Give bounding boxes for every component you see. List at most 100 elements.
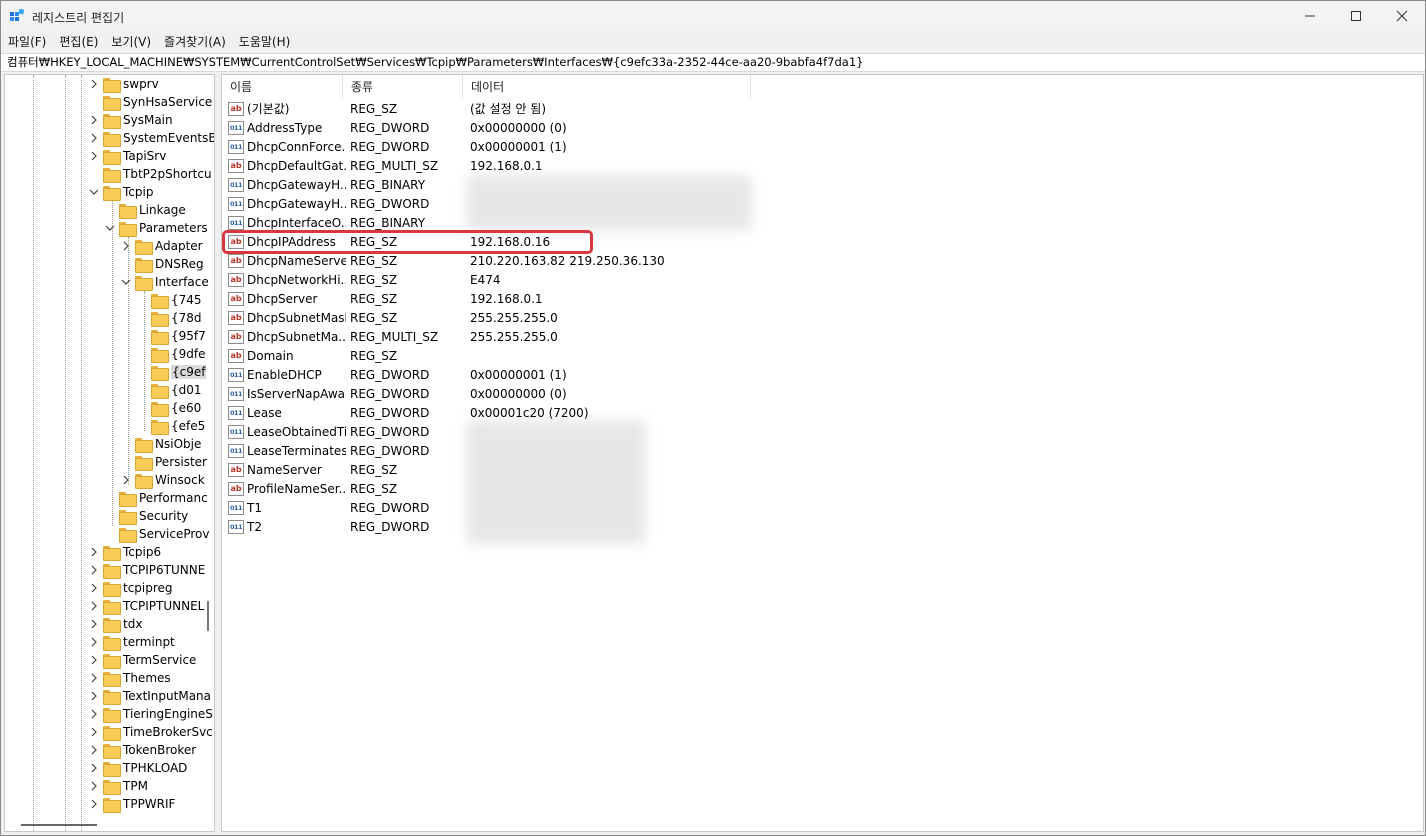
tree-node[interactable]: ServiceProv xyxy=(105,525,210,543)
chevron-right-icon[interactable] xyxy=(89,655,99,665)
menu-edit[interactable]: 편집(E) xyxy=(59,33,98,50)
tree-node[interactable]: Performanc xyxy=(105,489,208,507)
chevron-right-icon[interactable] xyxy=(89,709,99,719)
tree-node[interactable]: TapiSrv xyxy=(89,147,166,165)
tree-node[interactable]: SynHsaService xyxy=(89,93,212,111)
tree-node[interactable]: Winsock xyxy=(121,471,205,489)
value-row[interactable]: 011LeaseObtainedTi... REG_DWORD xyxy=(222,422,982,441)
tree-node[interactable]: Security xyxy=(105,507,188,525)
chevron-right-icon[interactable] xyxy=(89,583,99,593)
tree-node[interactable]: Tcpip xyxy=(89,183,153,201)
key-tree-pane[interactable]: swprv SynHsaService SysMain SystemEventsB Ta… xyxy=(4,74,215,832)
tree-horizontal-scrollbar[interactable] xyxy=(21,824,97,826)
value-row[interactable]: 011 DhcpConnForce... REG_DWORD 0x00000001 (… xyxy=(222,137,982,156)
value-row[interactable]: ab (기본값) REG_SZ (값 설정 안 됨) xyxy=(222,99,982,118)
tree-node[interactable]: Themes xyxy=(89,669,171,687)
value-row[interactable]: 011 Lease REG_DWORD 0x00001c20 (7200) xyxy=(222,403,982,422)
chevron-right-icon[interactable] xyxy=(89,133,99,143)
chevron-right-icon[interactable] xyxy=(89,745,99,755)
tree-node[interactable]: Interface xyxy=(121,273,209,291)
chevron-right-icon[interactable] xyxy=(89,691,99,701)
value-row[interactable]: 011 DhcpInterfaceO... REG_BINARY xyxy=(222,213,982,232)
tree-node[interactable]: TextInputMana xyxy=(89,687,211,705)
values-list-pane[interactable]: 이름 종류 데이터 ab (기본값) REG_SZ (값 설정 안 됨) 011 Addr… xyxy=(221,74,1424,832)
tree-node[interactable]: TbtP2pShortcu xyxy=(89,165,212,183)
column-header-type[interactable]: 종류 xyxy=(343,75,463,99)
tree-node[interactable]: TCPIP6TUNNE xyxy=(89,561,205,579)
tree-node[interactable]: Linkage xyxy=(105,201,186,219)
tree-node[interactable]: {95f7 xyxy=(137,327,206,345)
chevron-right-icon[interactable] xyxy=(89,601,99,611)
tree-node[interactable]: {78d xyxy=(137,309,202,327)
menu-help[interactable]: 도움말(H) xyxy=(239,33,291,50)
tree-node[interactable]: TPHKLOAD xyxy=(89,759,187,777)
value-row[interactable]: ab DhcpNetworkHi... REG_SZ E474 xyxy=(222,270,982,289)
value-row[interactable]: ab ProfileNameSer... REG_SZ xyxy=(222,479,982,498)
tree-node[interactable]: {745 xyxy=(137,291,202,309)
tree-node[interactable]: swprv xyxy=(89,75,159,93)
value-row[interactable]: ab Domain REG_SZ xyxy=(222,346,982,365)
chevron-right-icon[interactable] xyxy=(89,547,99,557)
chevron-right-icon[interactable] xyxy=(89,637,99,647)
value-row[interactable]: ab DhcpDefaultGat... REG_MULTI_SZ 192.168.0… xyxy=(222,156,982,175)
tree-node[interactable]: tdx xyxy=(89,615,142,633)
chevron-down-icon[interactable] xyxy=(105,223,115,233)
tree-node[interactable]: TPM xyxy=(89,777,148,795)
menu-file[interactable]: 파일(F) xyxy=(8,33,46,50)
title-bar[interactable]: 레지스트리 편집기 xyxy=(1,1,1425,31)
minimize-button[interactable] xyxy=(1287,1,1333,31)
chevron-down-icon[interactable] xyxy=(121,277,131,287)
value-row[interactable]: ab DhcpNameServer REG_SZ 210.220.163.82 219… xyxy=(222,251,982,270)
tree-node[interactable]: TimeBrokerSvc xyxy=(89,723,213,741)
value-row[interactable]: ab DhcpSubnetMask REG_SZ 255.255.255.0 xyxy=(222,308,982,327)
tree-node[interactable]: Persister xyxy=(121,453,207,471)
value-row[interactable]: 011 DhcpGatewayH... REG_BINARY xyxy=(222,175,982,194)
tree-node[interactable]: SystemEventsB xyxy=(89,129,214,147)
tree-node[interactable]: NsiObje xyxy=(121,435,201,453)
tree-node[interactable]: DNSReg xyxy=(121,255,204,273)
chevron-right-icon[interactable] xyxy=(89,763,99,773)
value-row[interactable]: ab NameServer REG_SZ xyxy=(222,460,982,479)
chevron-right-icon[interactable] xyxy=(89,799,99,809)
value-row[interactable]: 011 T1 REG_DWORD xyxy=(222,498,982,517)
column-header-name[interactable]: 이름 xyxy=(222,75,343,99)
tree-node[interactable]: Adapter xyxy=(121,237,203,255)
tree-node[interactable]: TermService xyxy=(89,651,196,669)
address-bar[interactable]: 컴퓨터₩HKEY_LOCAL_MACHINE₩SYSTEM₩CurrentCon… xyxy=(1,53,1425,72)
tree-node[interactable]: {e60 xyxy=(137,399,201,417)
tree-node[interactable]: SysMain xyxy=(89,111,173,129)
tree-node[interactable]: {9dfe xyxy=(137,345,206,363)
value-row[interactable]: 011 DhcpGatewayH... REG_DWORD xyxy=(222,194,982,213)
chevron-right-icon[interactable] xyxy=(89,619,99,629)
tree-node[interactable]: {c9ef xyxy=(137,363,207,381)
tree-node[interactable]: terminpt xyxy=(89,633,175,651)
chevron-right-icon[interactable] xyxy=(89,673,99,683)
menu-favorites[interactable]: 즐겨찾기(A) xyxy=(164,33,226,50)
tree-node[interactable]: tcpipreg xyxy=(89,579,173,597)
value-row[interactable]: 011 EnableDHCP REG_DWORD 0x00000001 (1) xyxy=(222,365,982,384)
value-row[interactable]: 011LeaseTerminates... REG_DWORD xyxy=(222,441,982,460)
value-row[interactable]: 011 AddressType REG_DWORD 0x00000000 (0) xyxy=(222,118,982,137)
tree-vertical-scrollbar[interactable] xyxy=(207,601,209,631)
chevron-right-icon[interactable] xyxy=(89,565,99,575)
chevron-right-icon[interactable] xyxy=(121,475,131,485)
chevron-right-icon[interactable] xyxy=(121,241,131,251)
tree-node[interactable]: {efe5 xyxy=(137,417,205,435)
tree-node[interactable]: TCPIPTUNNEL xyxy=(89,597,204,615)
maximize-button[interactable] xyxy=(1333,1,1379,31)
tree-node[interactable]: Tcpip6 xyxy=(89,543,161,561)
chevron-right-icon[interactable] xyxy=(89,727,99,737)
close-button[interactable] xyxy=(1379,1,1425,31)
tree-node[interactable]: TPPWRIF xyxy=(89,795,175,813)
value-row-highlighted[interactable]: ab DhcpIPAddress REG_SZ 192.168.0.16 xyxy=(222,232,982,251)
value-row[interactable]: 011IsServerNapAware REG_DWORD 0x00000000 (… xyxy=(222,384,982,403)
tree-node[interactable]: Parameters xyxy=(105,219,208,237)
value-row[interactable]: 011 T2 REG_DWORD xyxy=(222,517,982,536)
chevron-right-icon[interactable] xyxy=(89,781,99,791)
column-header-data[interactable]: 데이터 xyxy=(463,75,751,99)
menu-view[interactable]: 보기(V) xyxy=(111,33,151,50)
tree-node[interactable]: {d01 xyxy=(137,381,202,399)
tree-node[interactable]: TieringEngineS xyxy=(89,705,213,723)
chevron-right-icon[interactable] xyxy=(89,79,99,89)
chevron-down-icon[interactable] xyxy=(89,187,99,197)
